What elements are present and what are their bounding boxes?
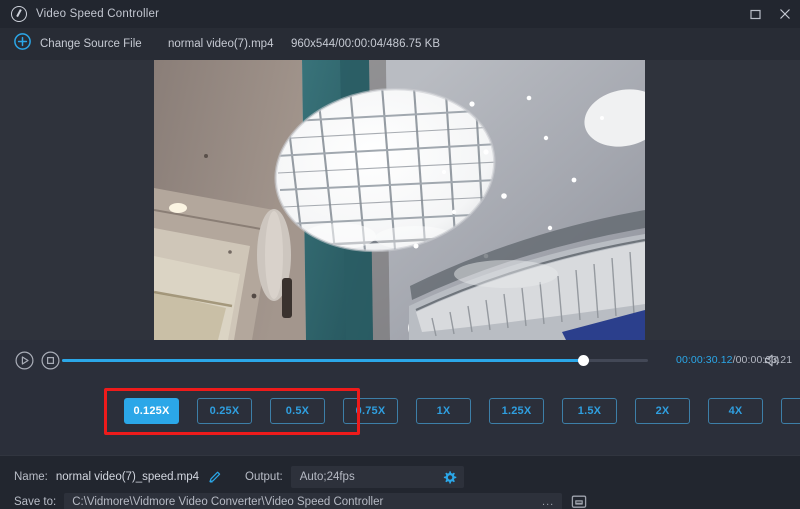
title-bar: Video Speed Controller (0, 0, 800, 28)
transport-bar: 00:00:30.12 / 00:00:33.21 (0, 340, 800, 380)
speed-button-8x[interactable]: 8X (781, 398, 800, 424)
current-time: 00:00:30.12 (676, 354, 733, 366)
speed-button-125x[interactable]: 1.25X (489, 398, 544, 424)
output-format-value: Auto;24fps (300, 471, 355, 483)
folder-open-icon[interactable] (571, 494, 587, 509)
stop-circle-icon[interactable] (40, 350, 60, 370)
bottom-bar: Name: normal video(7)_speed.mp4 Output: … (0, 455, 800, 509)
save-to-label: Save to: (14, 496, 56, 508)
output-format-field[interactable]: Auto;24fps (291, 466, 464, 488)
seek-track[interactable] (62, 359, 648, 362)
output-label: Output: (245, 471, 283, 483)
seek-handle[interactable] (578, 355, 589, 366)
volume-icon[interactable] (764, 340, 781, 380)
output-file-name: normal video(7)_speed.mp4 (56, 471, 199, 483)
save-path-field[interactable]: C:\Vidmore\Vidmore Video Converter\Video… (64, 493, 562, 509)
speed-button-0125x[interactable]: 0.125X (124, 398, 179, 424)
plus-circle-icon[interactable] (14, 33, 31, 55)
browse-button[interactable]: ... (542, 496, 554, 508)
source-file-meta: 960x544/00:00:04/486.75 KB (291, 38, 440, 50)
window-controls (740, 0, 800, 28)
window-title: Video Speed Controller (36, 8, 159, 20)
speed-button-4x[interactable]: 4X (708, 398, 763, 424)
seek-progress-fill (62, 359, 584, 362)
speed-button-1x[interactable]: 1X (416, 398, 471, 424)
close-icon[interactable] (770, 0, 800, 28)
name-label: Name: (14, 471, 48, 483)
save-path-value: C:\Vidmore\Vidmore Video Converter\Video… (72, 496, 383, 508)
source-file-name: normal video(7).mp4 (168, 38, 273, 50)
video-still-image (154, 60, 645, 340)
video-preview-area (0, 60, 800, 340)
maximize-icon[interactable] (740, 0, 770, 28)
speedometer-icon (11, 6, 27, 22)
play-circle-icon[interactable] (14, 350, 34, 370)
seek-bar[interactable] (62, 340, 648, 380)
speed-button-075x[interactable]: 0.75X (343, 398, 398, 424)
source-bar: Change Source File normal video(7).mp4 9… (0, 28, 800, 60)
output-name-row: Name: normal video(7)_speed.mp4 (0, 466, 222, 488)
app-window: Video Speed Controller Change Source Fil… (0, 0, 800, 509)
speed-button-025x[interactable]: 0.25X (197, 398, 252, 424)
speed-button-15x[interactable]: 1.5X (562, 398, 617, 424)
output-settings-group: Output: Auto;24fps (245, 466, 464, 488)
pencil-icon[interactable] (208, 470, 222, 484)
save-location-row: Save to: C:\Vidmore\Vidmore Video Conver… (0, 493, 800, 509)
speed-button-05x[interactable]: 0.5X (270, 398, 325, 424)
gear-icon[interactable] (442, 470, 457, 485)
speed-button-2x[interactable]: 2X (635, 398, 690, 424)
change-source-file-button[interactable]: Change Source File (40, 38, 142, 50)
speed-options-row: 0.125X 0.25X 0.5X 0.75X 1X 1.25X 1.5X 2X… (0, 380, 800, 455)
video-frame[interactable] (154, 60, 645, 340)
speed-button-group: 0.125X 0.25X 0.5X 0.75X 1X 1.25X 1.5X 2X… (124, 398, 800, 424)
